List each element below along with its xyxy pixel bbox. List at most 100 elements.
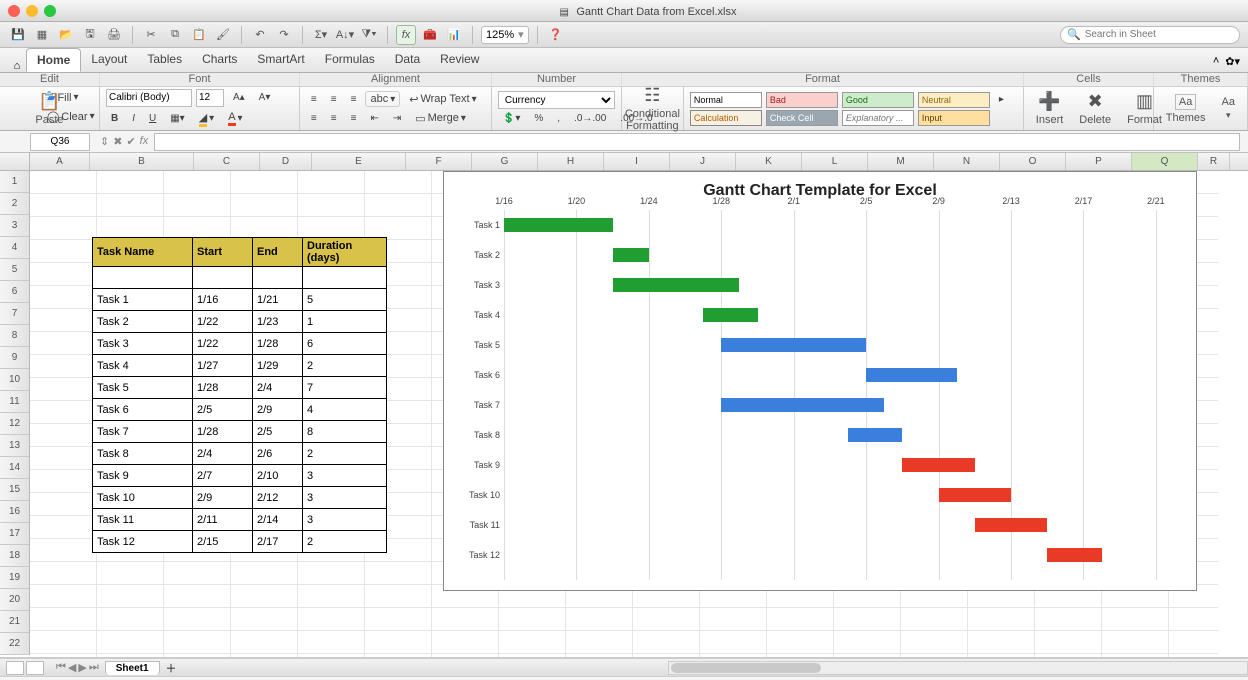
table-cell[interactable]: Task 11 [93, 509, 193, 531]
row-header-12[interactable]: 12 [0, 413, 29, 435]
table-cell[interactable]: 2/4 [253, 377, 303, 399]
sheet-tab-sheet1[interactable]: Sheet1 [105, 661, 160, 675]
gantt-bar[interactable] [721, 338, 866, 352]
gantt-chart-object[interactable]: Gantt Chart Template for Excel 1/161/201… [443, 171, 1197, 591]
table-cell[interactable]: 5 [303, 289, 387, 311]
table-cell[interactable]: 1/28 [193, 421, 253, 443]
close-window-button[interactable] [8, 5, 20, 17]
table-cell[interactable]: Task 7 [93, 421, 193, 443]
style-bad[interactable]: Bad [766, 92, 838, 108]
horizontal-scrollbar[interactable] [668, 661, 1248, 675]
comma-icon[interactable]: , [552, 111, 565, 126]
gantt-bar[interactable] [975, 518, 1047, 532]
row-header-2[interactable]: 2 [0, 193, 29, 215]
table-row[interactable]: Task 92/72/103 [93, 465, 387, 487]
cancel-formula-icon[interactable]: ✖ [113, 135, 122, 148]
table-row[interactable]: Task 31/221/286 [93, 333, 387, 355]
gantt-bar[interactable] [703, 308, 757, 322]
table-cell[interactable]: 1/22 [193, 311, 253, 333]
percent-icon[interactable]: % [529, 111, 548, 126]
table-row[interactable]: Task 122/152/172 [93, 531, 387, 553]
column-header-B[interactable]: B [90, 153, 194, 170]
column-headers[interactable]: ABCDEFGHIJKLMNOPQR [0, 153, 1248, 171]
currency-icon[interactable]: 💲▾ [498, 111, 525, 126]
tab-tables[interactable]: Tables [137, 48, 192, 72]
table-cell[interactable]: 2 [303, 355, 387, 377]
table-cell[interactable]: Task 9 [93, 465, 193, 487]
orientation-icon[interactable]: abc▾ [365, 91, 400, 107]
column-header-G[interactable]: G [472, 153, 538, 170]
fill-color-icon[interactable]: ◢▾ [194, 109, 220, 129]
table-cell[interactable]: Task 2 [93, 311, 193, 333]
shrink-font-icon[interactable]: A▾ [254, 90, 276, 105]
align-bottom-icon[interactable]: ≡ [346, 92, 362, 107]
table-header[interactable]: Start [193, 238, 253, 267]
table-cell[interactable]: Task 8 [93, 443, 193, 465]
row-header-1[interactable]: 1 [0, 171, 29, 193]
theme-fonts-button[interactable]: Aa▾ [1216, 96, 1241, 121]
table-cell[interactable]: 1/28 [253, 333, 303, 355]
toolbox-icon[interactable]: 🧰 [420, 25, 440, 45]
underline-button[interactable]: U [144, 111, 161, 126]
ribbon-settings-icon[interactable]: ✿▾ [1225, 55, 1240, 68]
add-sheet-button[interactable]: ＋ [160, 660, 183, 676]
row-header-5[interactable]: 5 [0, 259, 29, 281]
bold-button[interactable]: B [106, 111, 123, 126]
column-header-Q[interactable]: Q [1132, 153, 1198, 170]
gantt-bar[interactable] [613, 278, 740, 292]
table-cell[interactable]: Task 6 [93, 399, 193, 421]
row-header-20[interactable]: 20 [0, 589, 29, 611]
table-cell[interactable]: 2/17 [253, 531, 303, 553]
zoom-window-button[interactable] [44, 5, 56, 17]
wrap-text-button[interactable]: ↩Wrap Text▾ [404, 91, 481, 108]
scrollbar-thumb[interactable] [671, 663, 821, 673]
save-icon[interactable]: 💾 [8, 25, 28, 45]
gantt-bar[interactable] [504, 218, 613, 232]
table-cell[interactable]: Task 4 [93, 355, 193, 377]
normal-view-icon[interactable] [6, 661, 24, 675]
prev-sheet-icon[interactable]: ◀ [68, 661, 76, 674]
table-row[interactable]: Task 71/282/58 [93, 421, 387, 443]
table-cell[interactable]: 2 [303, 531, 387, 553]
align-right-icon[interactable]: ≡ [346, 111, 362, 126]
table-row[interactable]: Task 11/161/215 [93, 289, 387, 311]
row-header-3[interactable]: 3 [0, 215, 29, 237]
table-row[interactable]: Task 112/112/143 [93, 509, 387, 531]
worksheet-area[interactable]: ABCDEFGHIJKLMNOPQR 123456789101112131415… [0, 153, 1248, 658]
table-header[interactable]: End [253, 238, 303, 267]
style-normal[interactable]: Normal [690, 92, 762, 108]
gantt-bar[interactable] [902, 458, 974, 472]
sheet-search[interactable]: 🔍 [1060, 26, 1240, 44]
task-table[interactable]: Task NameStartEndDuration (days) Task 11… [92, 237, 387, 553]
merge-button[interactable]: ▭Merge▾ [410, 110, 471, 127]
table-cell[interactable]: 2/15 [193, 531, 253, 553]
gantt-bar[interactable] [939, 488, 1011, 502]
table-cell[interactable]: 2/14 [253, 509, 303, 531]
tab-data[interactable]: Data [385, 48, 430, 72]
table-cell[interactable]: 4 [303, 399, 387, 421]
column-header-I[interactable]: I [604, 153, 670, 170]
table-cell[interactable]: 1/23 [253, 311, 303, 333]
view-buttons[interactable] [6, 661, 44, 675]
table-cell[interactable]: 2/11 [193, 509, 253, 531]
table-cell[interactable]: 1/29 [253, 355, 303, 377]
formula-bar[interactable] [154, 133, 1240, 151]
column-header-D[interactable]: D [260, 153, 312, 170]
column-header-K[interactable]: K [736, 153, 802, 170]
undo-icon[interactable]: ↶ [250, 25, 270, 45]
delete-cells-button[interactable]: ✖Delete [1073, 91, 1117, 126]
table-cell[interactable]: Task 3 [93, 333, 193, 355]
column-header-F[interactable]: F [406, 153, 472, 170]
table-cell[interactable]: 1/21 [253, 289, 303, 311]
table-cell[interactable]: 8 [303, 421, 387, 443]
first-sheet-icon[interactable]: ⏮ [56, 661, 66, 674]
table-row[interactable]: Task 62/52/94 [93, 399, 387, 421]
style-calculation[interactable]: Calculation [690, 110, 762, 126]
table-cell[interactable]: 6 [303, 333, 387, 355]
row-header-18[interactable]: 18 [0, 545, 29, 567]
gantt-bar[interactable] [613, 248, 649, 262]
tab-smartart[interactable]: SmartArt [247, 48, 314, 72]
row-header-6[interactable]: 6 [0, 281, 29, 303]
decrease-indent-icon[interactable]: ⇤ [365, 111, 383, 126]
insert-cells-button[interactable]: ➕Insert [1030, 91, 1070, 126]
